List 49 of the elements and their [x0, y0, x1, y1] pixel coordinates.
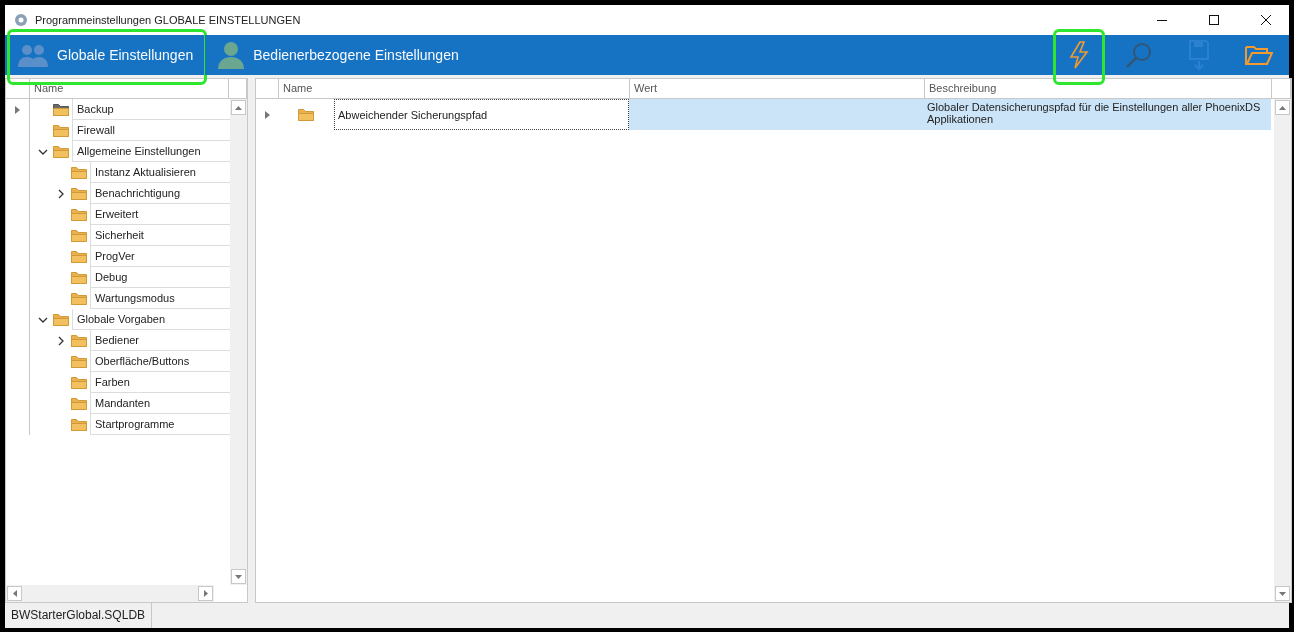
- minimize-icon: [1157, 19, 1167, 21]
- scroll-down-button[interactable]: [231, 569, 246, 584]
- tree-item[interactable]: Oberfläche/Buttons: [90, 351, 230, 372]
- column-header[interactable]: Wert: [630, 79, 925, 98]
- close-icon: [1261, 15, 1271, 25]
- lightning-icon: [1068, 41, 1090, 69]
- search-icon: [1125, 41, 1153, 69]
- tree-item[interactable]: Sicherheit: [90, 225, 230, 246]
- tree-item[interactable]: Firewall: [72, 120, 230, 141]
- tree-item[interactable]: Benachrichtigung: [90, 183, 230, 204]
- tree-item[interactable]: Erweitert: [90, 204, 230, 225]
- up-arrow-icon: [1279, 105, 1286, 110]
- up-arrow-icon: [235, 105, 242, 110]
- table-cell: Abweichender Sicherungspfad: [334, 99, 629, 130]
- table-cell: Globaler Datensicherungspfad für die Einstellungen aller PhoenixDS Applikationen: [924, 99, 1271, 130]
- users-icon: [17, 42, 49, 68]
- chevron-right-icon[interactable]: [56, 335, 66, 346]
- column-header[interactable]: Name: [279, 79, 630, 98]
- column-header[interactable]: Beschreibung: [925, 79, 1272, 98]
- right-arrow-icon: [203, 590, 208, 597]
- maximize-icon: [1209, 15, 1219, 25]
- scroll-left-button[interactable]: [7, 586, 22, 601]
- scroll-down-button[interactable]: [1275, 586, 1290, 601]
- down-arrow-icon: [235, 574, 242, 579]
- tree-item[interactable]: Bediener: [90, 330, 230, 351]
- scroll-up-button[interactable]: [1275, 100, 1290, 115]
- row-indicator-icon: [264, 110, 270, 119]
- tree-item[interactable]: Globale Vorgaben: [72, 309, 230, 330]
- tree-item[interactable]: Wartungsmodus: [90, 288, 230, 309]
- scroll-right-button[interactable]: [198, 586, 213, 601]
- tree-item[interactable]: ProgVer: [90, 246, 230, 267]
- row-indicator-icon: [15, 105, 20, 114]
- tree-item[interactable]: Mandanten: [90, 393, 230, 414]
- tree-item[interactable]: Debug: [90, 267, 230, 288]
- tree-item[interactable]: Farben: [90, 372, 230, 393]
- tree-item[interactable]: Instanz Aktualisieren: [90, 162, 230, 183]
- tree-item[interactable]: Backup: [72, 99, 230, 120]
- user-icon: [217, 41, 246, 69]
- tree-item[interactable]: Startprogramme: [90, 414, 230, 435]
- window-title: Programmeinstellungen GLOBALE EINSTELLUNGEN: [35, 14, 302, 26]
- status-text: BWStarterGlobal.SQLDB: [5, 603, 153, 628]
- folder-icon: [298, 108, 314, 121]
- down-arrow-icon: [1279, 591, 1286, 596]
- column-header[interactable]: Name: [30, 79, 229, 98]
- left-arrow-icon: [12, 590, 17, 597]
- chevron-right-icon[interactable]: [56, 188, 66, 199]
- scroll-up-button[interactable]: [231, 100, 246, 115]
- tree-item[interactable]: Allgemeine Einstellungen: [72, 141, 230, 162]
- folder-open-icon: [1245, 44, 1273, 66]
